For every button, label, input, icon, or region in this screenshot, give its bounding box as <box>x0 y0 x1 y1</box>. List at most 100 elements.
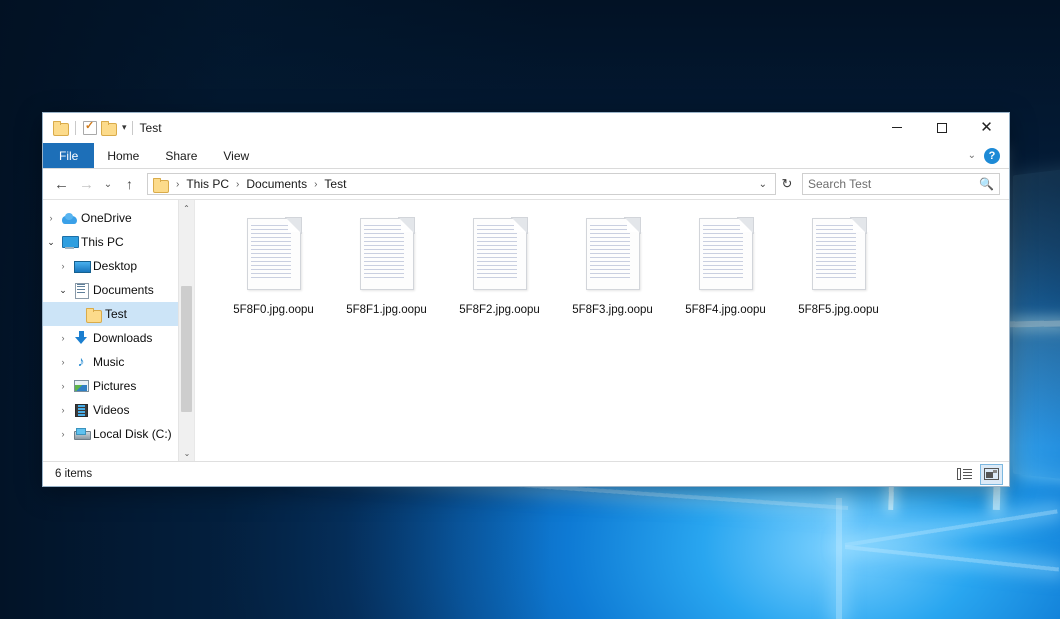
tab-view[interactable]: View <box>210 143 262 168</box>
folder-icon <box>153 178 168 191</box>
breadcrumb-item-this-pc[interactable]: This PC <box>183 177 232 191</box>
generic-file-icon <box>583 216 643 292</box>
collapse-chevron-icon[interactable]: ⌄ <box>55 285 71 296</box>
scroll-down-button[interactable]: ⌄ <box>179 445 195 461</box>
generic-file-icon <box>696 216 756 292</box>
sidebar-item-label: Videos <box>91 403 129 417</box>
maximize-button[interactable] <box>919 113 964 143</box>
desktop: ▾ Test ✕ File Home Share View ⌄ ? ← → <box>0 0 1060 619</box>
chevron-down-icon[interactable]: ⌄ <box>968 150 976 161</box>
search-icon: 🔍 <box>979 177 994 191</box>
pictures-icon <box>71 380 91 392</box>
search-box[interactable]: Search Test 🔍 <box>802 173 1000 195</box>
properties-checkbox-icon[interactable] <box>83 121 97 135</box>
videos-icon <box>71 404 91 417</box>
sidebar-item-this-pc[interactable]: ⌄ This PC <box>43 230 194 254</box>
navigation-pane: › OneDrive ⌄ This PC › Desktop <box>43 200 195 461</box>
recent-locations-button[interactable]: ⌄ <box>99 172 117 196</box>
large-icons-view-button[interactable] <box>980 464 1003 485</box>
breadcrumb-item-documents[interactable]: Documents <box>243 177 310 191</box>
expand-chevron-icon[interactable]: › <box>55 429 71 439</box>
onedrive-icon <box>59 213 79 224</box>
breadcrumb-separator: › <box>172 179 183 190</box>
file-item[interactable]: 5F8F3.jpg.oopu <box>556 212 669 318</box>
file-name: 5F8F3.jpg.oopu <box>569 302 656 318</box>
sidebar-item-videos[interactable]: › Videos <box>43 398 194 422</box>
expand-chevron-icon[interactable]: › <box>55 357 71 367</box>
expand-chevron-icon[interactable]: › <box>55 381 71 391</box>
sidebar-item-label: Test <box>103 307 127 321</box>
help-button[interactable]: ? <box>984 148 1000 164</box>
documents-icon <box>71 283 91 297</box>
file-name: 5F8F2.jpg.oopu <box>456 302 543 318</box>
scroll-up-button[interactable]: ⌃ <box>179 200 194 216</box>
file-item[interactable]: 5F8F2.jpg.oopu <box>443 212 556 318</box>
music-icon: ♪ <box>71 355 91 369</box>
status-bar: 6 items <box>43 461 1009 486</box>
sidebar-item-label: Music <box>91 355 124 369</box>
disk-icon <box>71 428 91 440</box>
sidebar-item-documents[interactable]: ⌄ Documents <box>43 278 194 302</box>
downloads-icon <box>71 331 91 345</box>
file-name: 5F8F5.jpg.oopu <box>795 302 882 318</box>
sidebar-item-onedrive[interactable]: › OneDrive <box>43 206 194 230</box>
close-button[interactable]: ✕ <box>964 113 1009 143</box>
file-name: 5F8F0.jpg.oopu <box>230 302 317 318</box>
file-grid: 5F8F0.jpg.oopu 5F8F1.jpg.oopu <box>195 200 1009 318</box>
generic-file-icon <box>357 216 417 292</box>
folder-icon[interactable] <box>53 121 68 134</box>
forward-button[interactable]: → <box>74 172 99 196</box>
breadcrumb[interactable]: › This PC › Documents › Test ⌄ <box>147 173 776 195</box>
sidebar-item-label: Downloads <box>91 331 152 345</box>
file-item[interactable]: 5F8F5.jpg.oopu <box>782 212 895 318</box>
breadcrumb-separator: › <box>232 179 243 190</box>
file-item[interactable]: 5F8F4.jpg.oopu <box>669 212 782 318</box>
file-list-pane[interactable]: 5F8F0.jpg.oopu 5F8F1.jpg.oopu <box>195 200 1009 461</box>
file-item[interactable]: 5F8F1.jpg.oopu <box>330 212 443 318</box>
generic-file-icon <box>809 216 869 292</box>
chevron-down-icon[interactable]: ▾ <box>122 123 127 132</box>
sidebar-item-music[interactable]: › ♪ Music <box>43 350 194 374</box>
file-item[interactable]: 5F8F0.jpg.oopu <box>217 212 330 318</box>
breadcrumb-item-test[interactable]: Test <box>321 177 349 191</box>
new-folder-icon[interactable] <box>101 121 116 134</box>
minimize-icon <box>892 127 902 128</box>
sidebar-item-downloads[interactable]: › Downloads <box>43 326 194 350</box>
back-button[interactable]: ← <box>49 172 74 196</box>
title-bar: ▾ Test ✕ <box>43 113 1009 143</box>
sidebar-item-label: This PC <box>79 235 124 249</box>
view-mode-buttons <box>953 464 1003 485</box>
refresh-button[interactable]: ↻ <box>776 173 798 195</box>
minimize-button[interactable] <box>874 113 919 143</box>
sidebar-item-local-disk[interactable]: › Local Disk (C:) <box>43 422 194 446</box>
up-button[interactable]: ↑ <box>117 172 142 196</box>
sidebar-item-pictures[interactable]: › Pictures <box>43 374 194 398</box>
generic-file-icon <box>244 216 304 292</box>
details-view-button[interactable] <box>953 464 976 485</box>
sidebar-item-label: Documents <box>91 283 154 297</box>
sidebar-scrollbar[interactable]: ⌃ ⌄ <box>178 200 194 461</box>
search-input[interactable]: Search Test <box>808 177 979 191</box>
expand-chevron-icon[interactable]: › <box>55 405 71 415</box>
expand-chevron-icon[interactable]: › <box>55 333 71 343</box>
collapse-chevron-icon[interactable]: ⌄ <box>43 237 59 248</box>
sidebar-item-label: OneDrive <box>79 211 132 225</box>
folder-icon <box>83 308 103 321</box>
divider <box>132 121 133 135</box>
sidebar-item-label: Pictures <box>91 379 136 393</box>
maximize-icon <box>937 123 947 133</box>
expand-chevron-icon[interactable]: › <box>43 213 59 223</box>
tab-file[interactable]: File <box>43 143 94 168</box>
sidebar-item-test[interactable]: Test <box>43 302 194 326</box>
tab-home[interactable]: Home <box>94 143 152 168</box>
scrollbar-thumb[interactable] <box>181 286 192 412</box>
address-dropdown-icon[interactable]: ⌄ <box>753 179 773 190</box>
file-name: 5F8F4.jpg.oopu <box>682 302 769 318</box>
file-name: 5F8F1.jpg.oopu <box>343 302 430 318</box>
ribbon-tabs: File Home Share View ⌄ ? <box>43 143 1009 169</box>
computer-icon <box>59 236 79 249</box>
tab-share[interactable]: Share <box>152 143 210 168</box>
expand-chevron-icon[interactable]: › <box>55 261 71 271</box>
sidebar-item-desktop[interactable]: › Desktop <box>43 254 194 278</box>
address-bar: ← → ⌄ ↑ › This PC › Documents › Test ⌄ ↻… <box>43 169 1009 199</box>
